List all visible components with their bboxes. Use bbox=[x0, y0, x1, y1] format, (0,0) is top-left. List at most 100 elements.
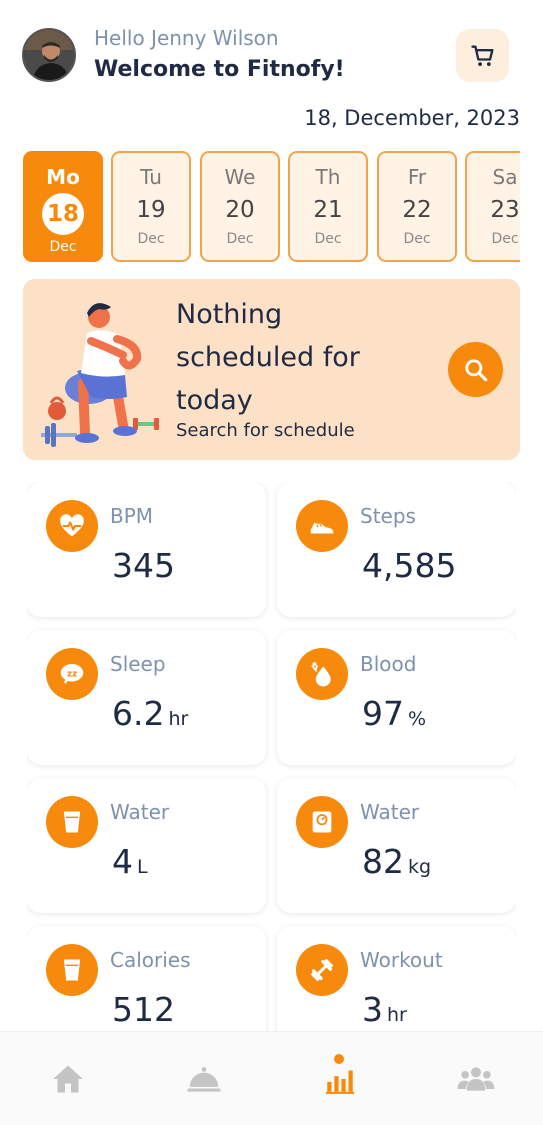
cart-icon bbox=[470, 45, 493, 66]
cart-button[interactable] bbox=[456, 29, 509, 82]
day-date: 20 bbox=[225, 197, 255, 223]
stat-card-sleep[interactable]: zz Sleep 6.2 hr bbox=[27, 630, 266, 765]
stat-icon-circle bbox=[296, 648, 348, 700]
stat-value-row: 4,585 bbox=[362, 546, 460, 585]
day-item-sa[interactable]: Sa 23 Dec bbox=[465, 151, 520, 262]
active-indicator-dot bbox=[334, 1054, 344, 1064]
stat-label: Water bbox=[110, 800, 170, 824]
banner-title: Nothing scheduled for today bbox=[176, 299, 360, 416]
day-name: Th bbox=[315, 165, 341, 189]
heart-pulse-icon bbox=[60, 514, 84, 537]
banner-subtitle[interactable]: Search for schedule bbox=[176, 420, 355, 441]
stat-icon-circle bbox=[296, 944, 348, 996]
stat-value-row: 345 bbox=[112, 546, 179, 585]
day-month: Dec bbox=[314, 231, 342, 247]
day-month: Dec bbox=[403, 231, 431, 247]
bottom-nav bbox=[0, 1031, 543, 1125]
stat-card-steps[interactable]: Steps 4,585 bbox=[277, 482, 516, 617]
meal-cloche-icon bbox=[187, 1067, 221, 1092]
community-icon bbox=[457, 1067, 495, 1091]
day-date: 18 bbox=[42, 193, 84, 235]
stat-label: Sleep bbox=[110, 652, 166, 676]
avatar[interactable] bbox=[22, 28, 76, 82]
day-selector: Mo 18 Dec Tu 19 Dec We 20 Dec Th 21 Dec … bbox=[23, 151, 520, 262]
stat-label: Steps bbox=[360, 504, 416, 528]
stat-value-row: 6.2 hr bbox=[112, 694, 188, 733]
water-glass-icon bbox=[63, 811, 81, 833]
stat-unit: hr bbox=[168, 708, 189, 730]
day-date: 19 bbox=[136, 197, 166, 223]
day-item-tu[interactable]: Tu 19 Dec bbox=[111, 151, 191, 262]
svg-text:zz: zz bbox=[67, 670, 77, 680]
schedule-banner: Nothing scheduled for today Search for s… bbox=[23, 279, 520, 460]
sleep-icon: zz bbox=[60, 664, 84, 684]
day-month: Dec bbox=[226, 231, 254, 247]
stat-card-workout[interactable]: Workout 3 hr bbox=[277, 926, 516, 1032]
stat-icon-circle: zz bbox=[46, 648, 98, 700]
dumbbell-icon bbox=[311, 959, 333, 981]
search-icon bbox=[464, 358, 487, 381]
stat-unit: L bbox=[137, 856, 148, 878]
stat-value: 82 bbox=[362, 842, 404, 881]
stat-unit: kg bbox=[408, 856, 432, 878]
stat-value: 97 bbox=[362, 694, 404, 733]
stat-label: Calories bbox=[110, 948, 191, 972]
welcome-title: Welcome to Fitnofy! bbox=[94, 57, 345, 82]
stat-label: Blood bbox=[360, 652, 417, 676]
stat-value: 4 bbox=[112, 842, 133, 881]
stat-card-blood[interactable]: Blood 97% bbox=[277, 630, 516, 765]
stat-icon-circle bbox=[46, 500, 98, 552]
nav-stats[interactable] bbox=[272, 1032, 408, 1125]
day-item-th[interactable]: Th 21 Dec bbox=[288, 151, 368, 262]
day-name: Fr bbox=[407, 165, 427, 189]
stat-label: BPM bbox=[110, 504, 154, 528]
current-date: 18, December, 2023 bbox=[304, 106, 520, 130]
stat-value: 4,585 bbox=[362, 546, 457, 585]
day-month: Dec bbox=[491, 231, 519, 247]
day-date: 22 bbox=[402, 197, 432, 223]
stat-label: Workout bbox=[360, 948, 443, 972]
stat-card-bpm[interactable]: BPM 345 bbox=[27, 482, 266, 617]
weight-scale-icon bbox=[312, 811, 332, 833]
stat-value-row: 82 kg bbox=[362, 842, 431, 881]
shoe-icon bbox=[310, 522, 334, 534]
day-name: Sa bbox=[492, 165, 518, 189]
glass-icon bbox=[63, 959, 81, 981]
stats-grid: BPM 345 Steps 4,585 zz Sleep 6.2 hr Bloo… bbox=[27, 482, 516, 1032]
day-month: Dec bbox=[49, 239, 77, 255]
stat-value-row: 97% bbox=[362, 694, 426, 733]
stats-bars-icon bbox=[325, 1070, 355, 1094]
stat-card-calories[interactable]: Calories 512 bbox=[27, 926, 266, 1032]
day-date: 23 bbox=[490, 197, 520, 223]
home-icon bbox=[53, 1065, 83, 1093]
stat-value: 512 bbox=[112, 990, 175, 1029]
stat-value-row: 512 bbox=[112, 990, 179, 1029]
stat-unit: % bbox=[408, 708, 427, 730]
stat-icon-circle bbox=[46, 944, 98, 996]
stat-label: Water bbox=[360, 800, 420, 824]
nav-meals[interactable] bbox=[136, 1032, 272, 1125]
header: Hello Jenny Wilson Welcome to Fitnofy! bbox=[0, 0, 543, 100]
stat-value: 345 bbox=[112, 546, 175, 585]
blood-drop-icon bbox=[311, 662, 331, 687]
greeting-text: Hello Jenny Wilson bbox=[94, 26, 279, 50]
day-item-we[interactable]: We 20 Dec bbox=[200, 151, 280, 262]
nav-community[interactable] bbox=[408, 1032, 543, 1125]
search-schedule-button[interactable] bbox=[448, 342, 503, 397]
stat-card-water[interactable]: Water 4L bbox=[27, 778, 266, 913]
nav-home[interactable] bbox=[0, 1032, 136, 1125]
stat-value-row: 3 hr bbox=[362, 990, 407, 1029]
day-date: 21 bbox=[313, 197, 343, 223]
stat-icon-circle bbox=[296, 796, 348, 848]
stat-card-weight[interactable]: Water 82 kg bbox=[277, 778, 516, 913]
stat-unit: hr bbox=[387, 1004, 407, 1026]
day-item-fr[interactable]: Fr 22 Dec bbox=[377, 151, 457, 262]
stat-value: 3 bbox=[362, 990, 383, 1029]
workout-illustration bbox=[41, 303, 159, 447]
day-name: Mo bbox=[46, 165, 80, 189]
day-item-mo[interactable]: Mo 18 Dec bbox=[23, 151, 103, 262]
avatar-photo bbox=[24, 30, 74, 80]
day-month: Dec bbox=[137, 231, 165, 247]
stat-icon-circle bbox=[46, 796, 98, 848]
day-name: Tu bbox=[140, 165, 162, 189]
